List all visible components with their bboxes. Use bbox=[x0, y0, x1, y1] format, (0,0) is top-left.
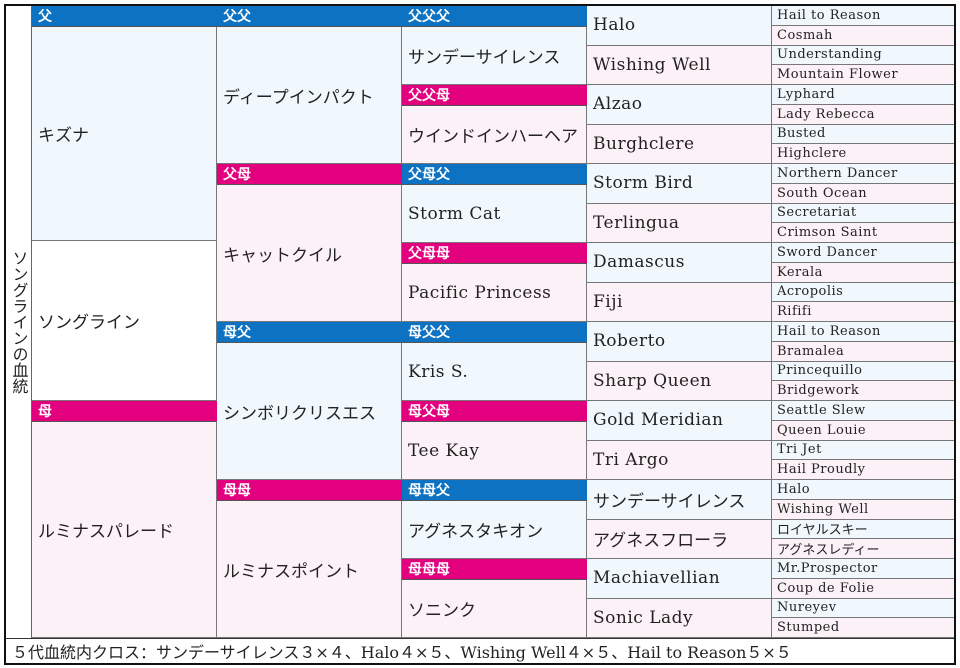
gen3-name: Pacific Princess bbox=[402, 264, 587, 322]
gen3-header: 父母母 bbox=[402, 243, 587, 264]
gen4-name: Alzao bbox=[587, 85, 772, 125]
gen5-name: アグネスレディー bbox=[772, 539, 954, 559]
gen2-header: 母母 bbox=[217, 480, 402, 501]
gen4-name: Tri Argo bbox=[587, 440, 772, 480]
gen5-name: Northern Dancer bbox=[772, 164, 954, 184]
gen3-header: 母父父 bbox=[402, 322, 587, 343]
gen3-header: 母母父 bbox=[402, 480, 587, 501]
pedigree-grid: 父キズナ ソングライン母ルミナスパレード 父父 ディープインパクト 父母 キャットクイル母… bbox=[32, 6, 954, 638]
gen3-name: Storm Cat bbox=[402, 185, 587, 243]
gen4-name: Machiavellian bbox=[587, 559, 772, 599]
gen2-name: キャットクイル bbox=[217, 185, 402, 322]
gen5-name: Bramalea bbox=[772, 341, 954, 362]
gen5-name: Hail to Reason bbox=[772, 322, 954, 342]
gen4-name: サンデーサイレンス bbox=[587, 480, 772, 520]
gen2-header: 父母 bbox=[217, 164, 402, 185]
subject-name: ソングライン bbox=[32, 241, 217, 401]
gen5-name: Nureyev bbox=[772, 598, 954, 619]
gen3-header: 母母母 bbox=[402, 559, 587, 580]
gen3-name: Tee Kay bbox=[402, 422, 587, 480]
gen4-name: Damascus bbox=[587, 243, 772, 283]
gen5-name: Sword Dancer bbox=[772, 243, 954, 263]
gen4-name: Roberto bbox=[587, 322, 772, 362]
gen3-header: 父母父 bbox=[402, 164, 587, 185]
gen4-name: Sharp Queen bbox=[587, 361, 772, 401]
pedigree-title: ソングラインの血統 bbox=[6, 6, 32, 638]
gen3-name: アグネスタキオン bbox=[402, 501, 587, 559]
gen4-name: Halo bbox=[587, 6, 772, 46]
gen3-header: 父父父 bbox=[402, 6, 587, 27]
gen5-name: Lady Rebecca bbox=[772, 104, 954, 125]
gen5-name: Kerala bbox=[772, 262, 954, 283]
gen2-name: ルミナスポイント bbox=[217, 501, 402, 638]
gen5-name: Coup de Folie bbox=[772, 578, 954, 599]
gen5-name: Bridgework bbox=[772, 381, 954, 401]
gen5-name: Cosmah bbox=[772, 25, 954, 46]
gen3-header: 父父母 bbox=[402, 85, 587, 106]
dam-header: 母 bbox=[32, 401, 217, 422]
gen5-name: Understanding bbox=[772, 45, 954, 66]
gen5-name: Secretariat bbox=[772, 203, 954, 224]
gen4-name: アグネスフローラ bbox=[587, 519, 772, 559]
gen3-name: Kris S. bbox=[402, 343, 587, 401]
gen4-name: Sonic Lady bbox=[587, 598, 772, 638]
gen5-name: Hail Proudly bbox=[772, 460, 954, 480]
gen5-name: Seattle Slew bbox=[772, 401, 954, 421]
gen5-name: Hail to Reason bbox=[772, 6, 954, 26]
gen3-name: サンデーサイレンス bbox=[402, 27, 587, 85]
gen5-name: Busted bbox=[772, 124, 954, 145]
gen5-name: Rififi bbox=[772, 302, 954, 322]
gen4-name: Storm Bird bbox=[587, 164, 772, 204]
gen4-name: Burghclere bbox=[587, 124, 772, 164]
sire-name: キズナ bbox=[32, 27, 217, 241]
gen4-name: Wishing Well bbox=[587, 45, 772, 85]
gen5-name: Crimson Saint bbox=[772, 223, 954, 243]
sire-header: 父 bbox=[32, 6, 217, 27]
gen3-name: ソニンク bbox=[402, 580, 587, 638]
gen2-header: 母父 bbox=[217, 322, 402, 343]
gen5-name: ロイヤルスキー bbox=[772, 519, 954, 540]
gen2-name: ディープインパクト bbox=[217, 27, 402, 164]
gen3-header: 母父母 bbox=[402, 401, 587, 422]
gen4-name: Terlingua bbox=[587, 203, 772, 243]
gen2-name: シンボリクリスエス bbox=[217, 343, 402, 480]
gen5-name: Mr.Prospector bbox=[772, 559, 954, 579]
gen5-name: Princequillo bbox=[772, 361, 954, 382]
gen5-name: Halo bbox=[772, 480, 954, 500]
gen3-name: ウインドインハーヘア bbox=[402, 106, 587, 164]
gen5-name: Queen Louie bbox=[772, 420, 954, 441]
dam-name: ルミナスパレード bbox=[32, 422, 217, 638]
gen5-name: Highclere bbox=[772, 144, 954, 164]
gen5-name: Acropolis bbox=[772, 282, 954, 303]
gen5-name: Stumped bbox=[772, 618, 954, 638]
gen5-name: Tri Jet bbox=[772, 440, 954, 461]
gen5-name: South Ocean bbox=[772, 183, 954, 204]
gen2-header: 父父 bbox=[217, 6, 402, 27]
gen4-name: Gold Meridian bbox=[587, 401, 772, 441]
pedigree-table: ソングラインの血統 父キズナ ソングライン母ルミナスパレード 父父 ディープインパクト… bbox=[4, 4, 956, 665]
pedigree-title-text: ソングラインの血統 bbox=[9, 250, 29, 394]
gen4-name: Fiji bbox=[587, 282, 772, 322]
gen5-name: Lyphard bbox=[772, 85, 954, 105]
gen5-name: Wishing Well bbox=[772, 499, 954, 520]
gen5-name: Mountain Flower bbox=[772, 65, 954, 85]
inbreeding-cross-note: ５代血統内クロス：サンデーサイレンス３×４、Halo４×５、Wishing We… bbox=[6, 638, 954, 663]
